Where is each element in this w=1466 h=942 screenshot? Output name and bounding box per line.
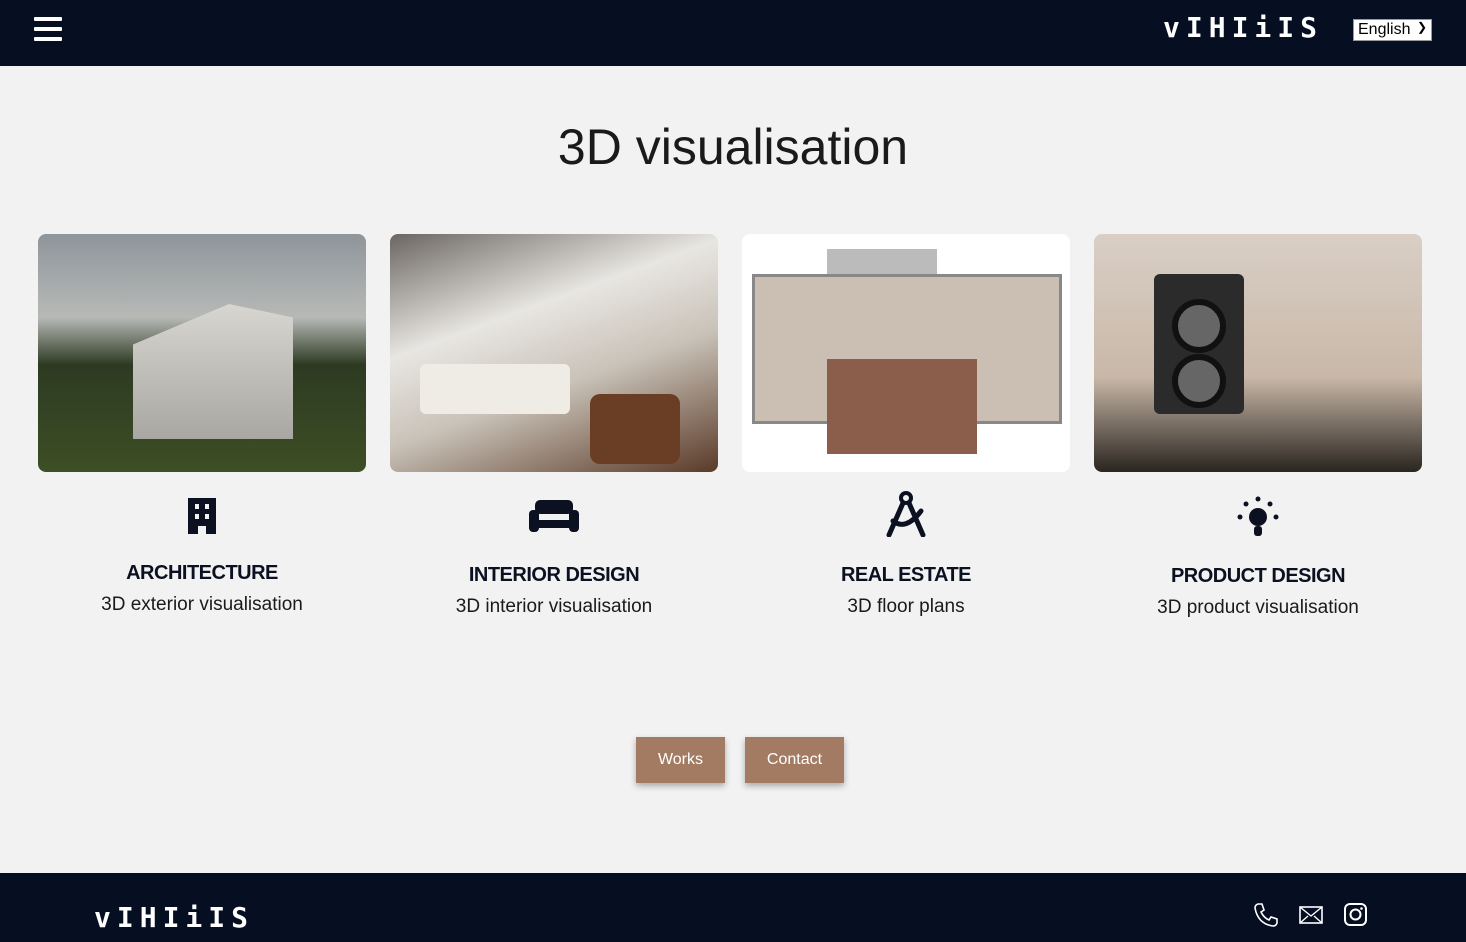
footer: vIHIiIS	[0, 873, 1466, 942]
phone-icon[interactable]	[1253, 902, 1279, 928]
card-interior-design[interactable]: INTERIOR DESIGN 3D interior visualisatio…	[390, 234, 718, 617]
card-title: REAL ESTATE	[840, 564, 972, 586]
compass-drafting-icon	[742, 491, 1070, 537]
card-title: PRODUCT DESIGN	[1170, 565, 1346, 587]
lightbulb-icon	[1094, 496, 1422, 542]
card-subtitle: 3D floor plans	[847, 596, 965, 617]
card-title: INTERIOR DESIGN	[468, 564, 640, 586]
footer-logo[interactable]: vIHIiIS	[94, 901, 254, 934]
card-subtitle: 3D product visualisation	[1157, 597, 1359, 618]
card-subtitle: 3D exterior visualisation	[101, 594, 303, 615]
language-select[interactable]: English ❯	[1353, 19, 1432, 41]
logo[interactable]: vIHIiIS	[1163, 11, 1323, 44]
hamburger-menu-icon[interactable]	[34, 17, 62, 43]
product-image[interactable]	[1094, 234, 1422, 472]
couch-icon	[390, 500, 718, 532]
header: vIHIiIS English ❯	[0, 0, 1466, 66]
card-product-design[interactable]: PRODUCT DESIGN 3D product visualisation	[1094, 234, 1422, 618]
chevron-down-icon: ❯	[1416, 20, 1427, 34]
interior-image[interactable]	[390, 234, 718, 472]
card-subtitle: 3D interior visualisation	[455, 596, 653, 617]
language-value: English	[1358, 21, 1411, 38]
architecture-image[interactable]	[38, 234, 366, 472]
instagram-icon[interactable]	[1344, 903, 1367, 926]
card-architecture[interactable]: ARCHITECTURE 3D exterior visualisation	[38, 234, 366, 615]
building-icon	[38, 496, 366, 534]
mail-icon[interactable]	[1299, 906, 1323, 924]
contact-button[interactable]: Contact	[745, 737, 844, 783]
floor-plan-image[interactable]	[742, 234, 1070, 472]
page-title: 3D visualisation	[557, 119, 909, 175]
card-real-estate[interactable]: REAL ESTATE 3D floor plans	[742, 234, 1070, 617]
works-button[interactable]: Works	[636, 737, 725, 783]
card-title: ARCHITECTURE	[126, 562, 278, 584]
